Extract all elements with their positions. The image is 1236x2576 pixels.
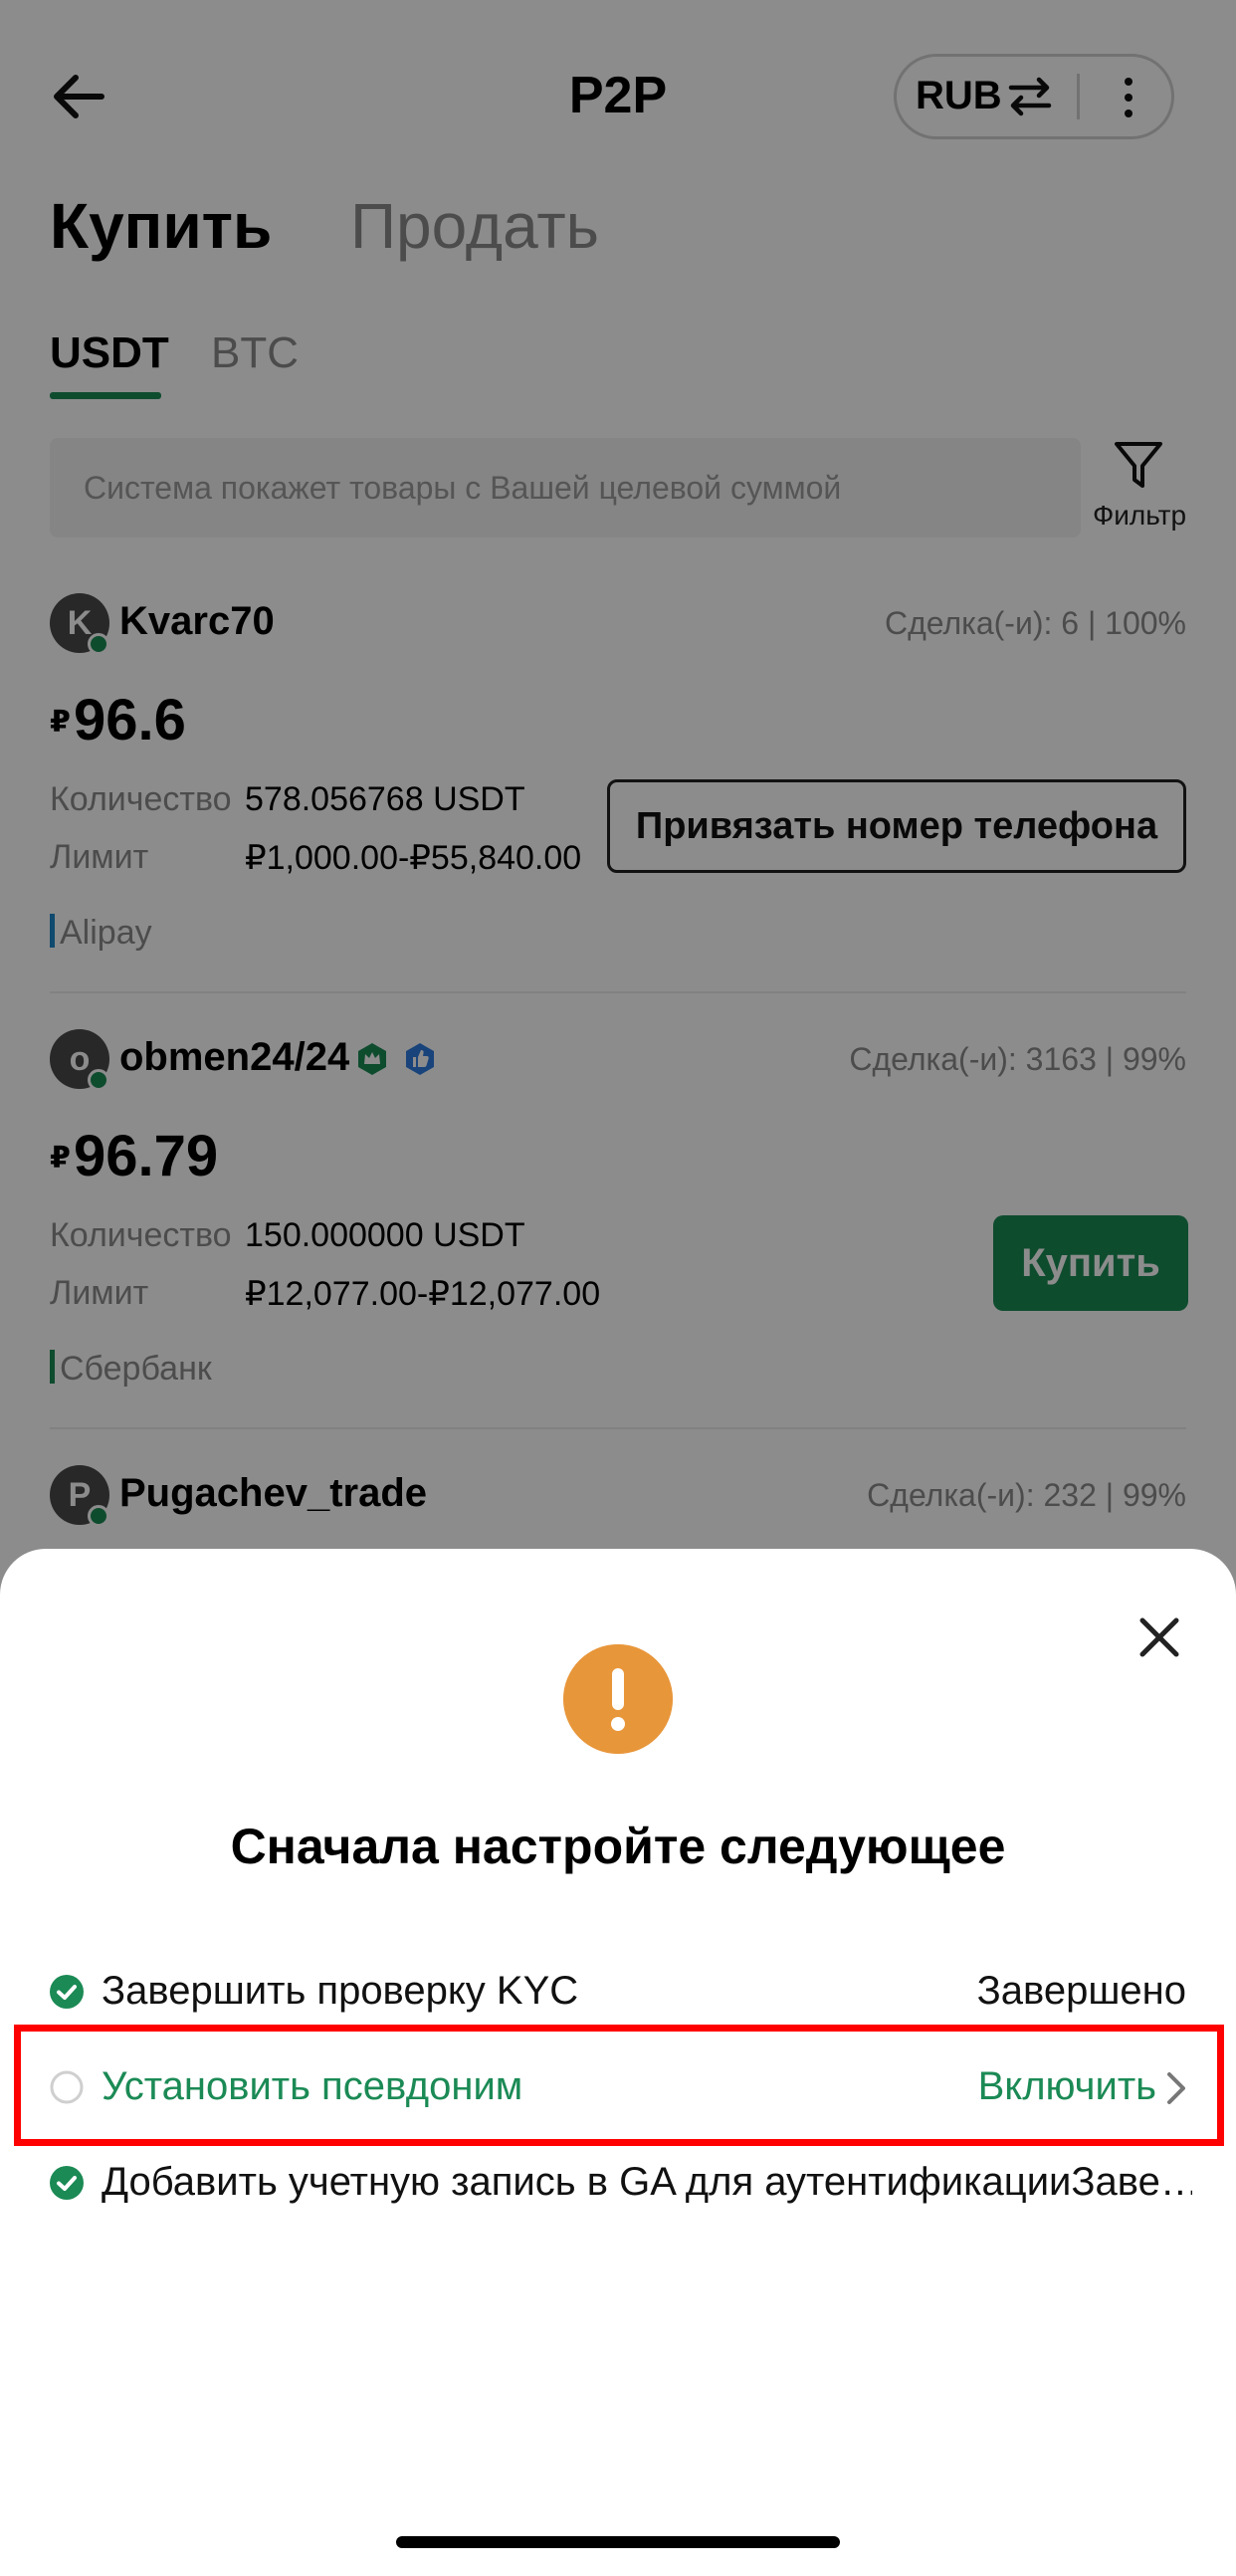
ga-item-label: Добавить учетную запись в GA для аутенти… — [102, 2160, 1192, 2204]
warning-icon — [563, 1644, 673, 1754]
home-indicator — [396, 2536, 840, 2548]
highlight-box — [14, 2025, 1224, 2146]
sheet-title: Сначала настройте следующее — [230, 1819, 1006, 1874]
kyc-item-status: Завершено — [976, 1969, 1186, 2013]
kyc-item-label: Завершить проверку KYC — [102, 1969, 579, 2013]
check-circle-icon — [50, 1975, 84, 2009]
check-circle-icon — [50, 2166, 84, 2200]
close-icon[interactable] — [1134, 1612, 1184, 1662]
